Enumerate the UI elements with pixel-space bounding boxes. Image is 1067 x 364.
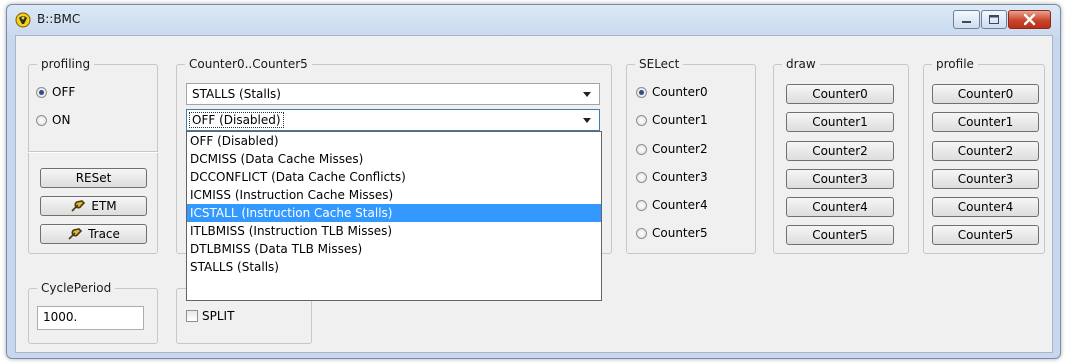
trace32-app-icon (15, 12, 31, 28)
profile-counter1-button[interactable]: Counter1 (932, 112, 1039, 132)
dropdown-option[interactable]: DCMISS (Data Cache Misses) (187, 150, 601, 168)
radio-on-icon (636, 86, 647, 98)
minimize-icon (962, 21, 971, 23)
profile-counter5-button[interactable]: Counter5 (932, 225, 1039, 245)
profile-counter2-button[interactable]: Counter2 (932, 141, 1039, 161)
draw-counter5-button[interactable]: Counter5 (786, 225, 894, 245)
dropdown-option[interactable]: OFF (Disabled) (187, 132, 601, 150)
profile-counter5-label: Counter5 (957, 228, 1014, 242)
dropdown-option[interactable]: DTLBMISS (Data TLB Misses) (187, 240, 601, 258)
title-bar[interactable]: B::BMC (7, 5, 1060, 35)
split-checkbox[interactable]: SPLIT (186, 309, 234, 323)
select-counter0-radio[interactable]: Counter0 (636, 84, 708, 100)
window-title: B::BMC (37, 12, 81, 26)
profile-counter0-button[interactable]: Counter0 (932, 84, 1039, 104)
select-counter5-radio[interactable]: Counter5 (636, 225, 708, 241)
dropdown-option[interactable]: ITLBMISS (Instruction TLB Misses) (187, 222, 601, 240)
etm-button[interactable]: ETM (40, 196, 147, 216)
draw-legend: draw (782, 57, 820, 71)
counter1-dropdown-list: OFF (Disabled) DCMISS (Data Cache Misses… (186, 131, 602, 301)
wrench-icon (71, 200, 86, 212)
profiling-on-radio[interactable]: ON (36, 112, 70, 128)
profile-counter3-button[interactable]: Counter3 (932, 169, 1039, 189)
profile-counter3-label: Counter3 (957, 172, 1014, 186)
draw-counter0-label: Counter0 (812, 87, 868, 101)
counter0-combobox[interactable]: STALLS (Stalls) (186, 83, 600, 105)
cycleperiod-value: 1000. (43, 310, 78, 324)
select-counter4-label: Counter4 (652, 198, 708, 212)
select-counter1-radio[interactable]: Counter1 (636, 112, 708, 128)
radio-off-icon (636, 227, 647, 239)
dropdown-option[interactable]: DCCONFLICT (Data Cache Conflicts) (187, 168, 601, 186)
dropdown-option[interactable]: STALLS (Stalls) (187, 258, 601, 276)
select-counter2-label: Counter2 (652, 142, 708, 156)
radio-off-icon (636, 171, 647, 183)
radio-off-icon (636, 143, 647, 155)
draw-counter0-button[interactable]: Counter0 (786, 84, 894, 104)
profile-counter1-label: Counter1 (957, 115, 1014, 129)
profiling-on-label: ON (52, 113, 71, 127)
select-counter1-label: Counter1 (652, 113, 708, 127)
chevron-down-icon (583, 118, 591, 123)
close-button[interactable] (1008, 10, 1051, 29)
profile-counter0-label: Counter0 (957, 87, 1014, 101)
wrench-icon (68, 228, 83, 240)
draw-counter2-label: Counter2 (812, 144, 868, 158)
select-counter0-label: Counter0 (652, 85, 708, 99)
reset-label: RESet (75, 171, 112, 185)
profile-counter4-button[interactable]: Counter4 (932, 197, 1039, 217)
counter1-combo-value: OFF (Disabled) (189, 112, 284, 128)
radio-off-icon (36, 114, 47, 126)
draw-counter2-button[interactable]: Counter2 (786, 141, 894, 161)
profile-legend: profile (932, 57, 978, 71)
select-legend: SELect (635, 57, 684, 71)
profiling-divider (28, 151, 158, 153)
select-counter3-label: Counter3 (652, 170, 708, 184)
radio-off-icon (636, 199, 647, 211)
draw-counter5-label: Counter5 (812, 228, 868, 242)
counter1-combobox[interactable]: OFF (Disabled) (186, 109, 600, 131)
select-counter4-radio[interactable]: Counter4 (636, 197, 708, 213)
trace-label: Trace (88, 227, 120, 241)
radio-off-icon (636, 114, 647, 126)
profiling-off-radio[interactable]: OFF (36, 84, 75, 100)
client-area: profiling OFF ON RESet ETM Trace CyclePe… (15, 35, 1053, 353)
draw-counter4-label: Counter4 (812, 200, 868, 214)
draw-counter3-label: Counter3 (812, 172, 868, 186)
counter0-combo-value: STALLS (Stalls) (192, 87, 281, 101)
chevron-down-icon (583, 92, 591, 97)
etm-label: ETM (91, 199, 117, 213)
draw-counter4-button[interactable]: Counter4 (786, 197, 894, 217)
maximize-button[interactable] (981, 10, 1007, 29)
select-counter5-label: Counter5 (652, 226, 708, 240)
cycleperiod-legend: CyclePeriod (37, 281, 116, 295)
bmc-window: B::BMC profiling OFF ON RESet ETM Trace … (6, 4, 1061, 359)
maximize-icon (989, 15, 999, 24)
reset-button[interactable]: RESet (40, 168, 147, 188)
draw-counter1-label: Counter1 (812, 115, 868, 129)
minimize-button[interactable] (953, 10, 980, 29)
select-counter3-radio[interactable]: Counter3 (636, 169, 708, 185)
close-icon (1023, 13, 1036, 26)
profile-counter4-label: Counter4 (957, 200, 1014, 214)
draw-counter3-button[interactable]: Counter3 (786, 169, 894, 189)
profiling-legend: profiling (37, 57, 95, 71)
dropdown-option-highlighted[interactable]: ICSTALL (Instruction Cache Stalls) (187, 204, 601, 222)
select-counter2-radio[interactable]: Counter2 (636, 141, 708, 157)
radio-on-icon (36, 86, 47, 98)
split-label: SPLIT (202, 309, 235, 323)
draw-counter1-button[interactable]: Counter1 (786, 112, 894, 132)
profiling-off-label: OFF (52, 85, 76, 99)
cycleperiod-input[interactable]: 1000. (37, 306, 144, 330)
counter-legend: Counter0..Counter5 (185, 57, 312, 71)
checkbox-unchecked-icon (186, 310, 198, 322)
profile-counter2-label: Counter2 (957, 144, 1014, 158)
dropdown-option[interactable]: ICMISS (Instruction Cache Misses) (187, 186, 601, 204)
trace-button[interactable]: Trace (40, 224, 147, 244)
